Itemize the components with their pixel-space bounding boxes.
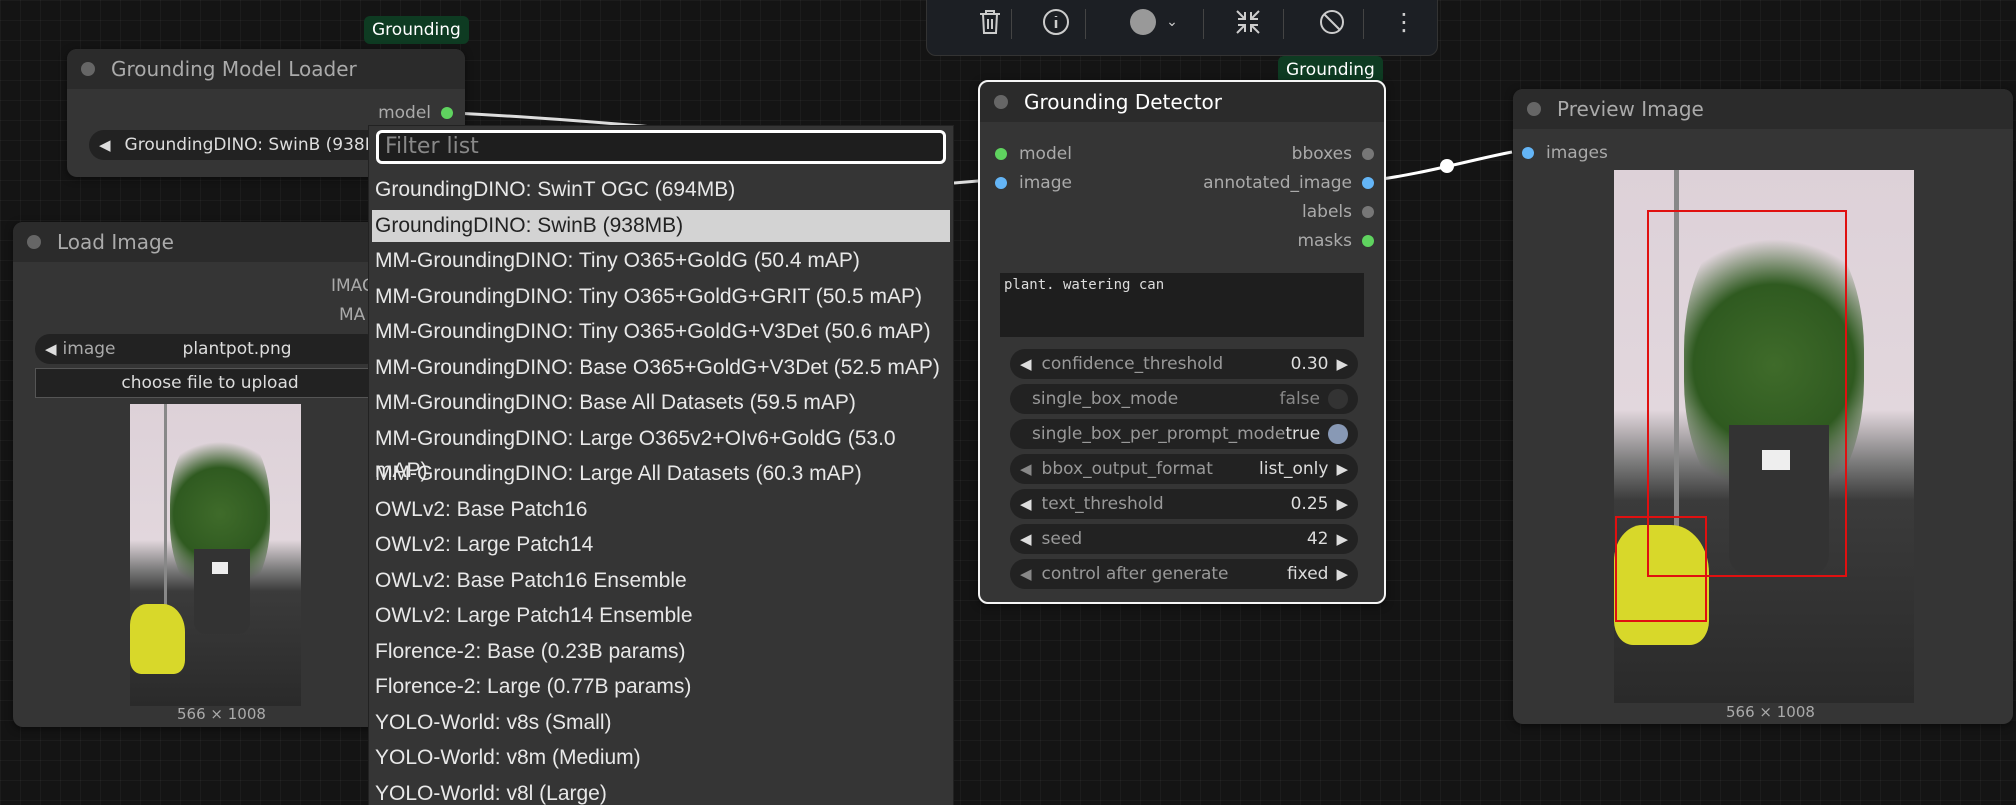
- toggle-on-icon[interactable]: [1328, 424, 1348, 444]
- dropdown-item[interactable]: MM-GroundingDINO: Base All Datasets (59.…: [372, 387, 950, 419]
- dropdown-item[interactable]: GroundingDINO: SwinB (938MB): [372, 209, 950, 242]
- collapse-icon[interactable]: [1227, 1, 1269, 43]
- output-bboxes-label: bboxes: [1291, 144, 1352, 164]
- input-images-slot[interactable]: [1522, 147, 1534, 159]
- dropdown-item[interactable]: MM-GroundingDINO: Tiny O365+GoldG+V3Det …: [372, 316, 950, 348]
- collapse-dot-icon[interactable]: [994, 95, 1008, 109]
- color-icon[interactable]: ⌄: [1119, 1, 1189, 43]
- collapse-dot-icon[interactable]: [1527, 102, 1541, 116]
- prompt-textarea[interactable]: plant. watering can: [1000, 273, 1364, 337]
- dropdown-item[interactable]: OWLv2: Base Patch16: [372, 494, 950, 526]
- node-title: Load Image: [57, 230, 174, 254]
- image-preview: [130, 404, 301, 706]
- node-title: Grounding Detector: [1024, 90, 1222, 114]
- output-masks-slot[interactable]: [1362, 235, 1374, 247]
- node-title: Preview Image: [1557, 97, 1704, 121]
- node-toolbar: ⌄ ⋮: [926, 0, 1438, 56]
- input-model-slot[interactable]: [995, 148, 1007, 160]
- input-image-slot[interactable]: [995, 177, 1007, 189]
- input-image-label: image: [1019, 173, 1072, 193]
- upload-button[interactable]: choose file to upload: [35, 368, 385, 398]
- more-icon[interactable]: ⋮: [1383, 1, 1425, 43]
- dropdown-item[interactable]: YOLO-World: v8l (Large): [372, 778, 950, 805]
- arrow-left-icon[interactable]: ◀: [99, 136, 111, 154]
- dropdown-item[interactable]: OWLv2: Base Patch16 Ensemble: [372, 565, 950, 597]
- trash-icon[interactable]: [969, 1, 1011, 43]
- dropdown-item[interactable]: Florence-2: Large (0.77B params): [372, 671, 950, 703]
- text-threshold-widget[interactable]: ◀ text_threshold 0.25 ▶: [1010, 489, 1358, 519]
- dropdown-item[interactable]: MM-GroundingDINO: Large All Datasets (60…: [372, 458, 950, 490]
- arrow-left-icon[interactable]: ◀: [1020, 495, 1032, 513]
- seed-widget[interactable]: ◀ seed 42 ▶: [1010, 524, 1358, 554]
- dropdown-item[interactable]: MM-GroundingDINO: Large O365v2+OIv6+Gold…: [372, 423, 950, 482]
- arrow-right-icon[interactable]: ▶: [1336, 530, 1348, 548]
- collapse-dot-icon[interactable]: [81, 62, 95, 76]
- image-file-widget[interactable]: ◀ image plantpot.png: [35, 334, 381, 364]
- image-value: plantpot.png: [182, 339, 292, 359]
- arrow-left-icon[interactable]: ◀: [1020, 565, 1032, 583]
- toggle-off-icon[interactable]: [1328, 389, 1348, 409]
- bbox-watering-can: [1615, 516, 1707, 622]
- input-images-label: images: [1546, 143, 1608, 163]
- filter-list-input[interactable]: Filter list: [376, 130, 946, 164]
- output-annotated-slot[interactable]: [1362, 177, 1374, 189]
- dropdown-item[interactable]: YOLO-World: v8m (Medium): [372, 742, 950, 774]
- grounding-detector-node[interactable]: Grounding Detector model image bboxes an…: [978, 80, 1386, 604]
- output-model-slot[interactable]: [441, 107, 453, 119]
- wire-midpoint: [1440, 159, 1454, 173]
- preview-image-node[interactable]: Preview Image images 566 × 1008: [1513, 89, 2013, 724]
- dropdown-item[interactable]: Florence-2: Base (0.23B params): [372, 636, 950, 668]
- arrow-right-icon[interactable]: ▶: [1336, 460, 1348, 478]
- model-name-value: GroundingDINO: SwinB (938M: [124, 135, 380, 155]
- control-after-generate-widget[interactable]: ◀ control after generate fixed ▶: [1010, 559, 1358, 589]
- image-dimensions: 566 × 1008: [177, 705, 266, 723]
- output-masks-label: masks: [1297, 231, 1352, 251]
- dropdown-item[interactable]: MM-GroundingDINO: Tiny O365+GoldG+GRIT (…: [372, 281, 950, 313]
- loader-badge: Grounding: [364, 16, 469, 44]
- input-model-label: model: [1019, 144, 1072, 164]
- arrow-right-icon[interactable]: ▶: [1336, 565, 1348, 583]
- arrow-left-icon[interactable]: ◀: [45, 340, 57, 358]
- bypass-icon[interactable]: [1311, 1, 1353, 43]
- single-box-mode-toggle[interactable]: single_box_mode false: [1010, 384, 1358, 414]
- node-title: Grounding Model Loader: [111, 57, 357, 81]
- image-label: image: [62, 339, 116, 359]
- model-dropdown-menu: Filter list GroundingDINO: SwinT OGC (69…: [368, 125, 954, 805]
- single-box-per-prompt-toggle[interactable]: single_box_per_prompt_mode true: [1010, 419, 1358, 449]
- output-labels-label: labels: [1302, 202, 1352, 222]
- output-mask-label: MA: [339, 305, 366, 325]
- dropdown-item[interactable]: GroundingDINO: SwinT OGC (694MB): [372, 174, 950, 206]
- dropdown-item[interactable]: MM-GroundingDINO: Base O365+GoldG+V3Det …: [372, 352, 950, 384]
- arrow-left-icon[interactable]: ◀: [1020, 530, 1032, 548]
- load-image-node[interactable]: Load Image IMAG MA ◀ image plantpot.png …: [13, 222, 385, 727]
- output-annotated-label: annotated_image: [1203, 173, 1352, 193]
- arrow-right-icon[interactable]: ▶: [1336, 355, 1348, 373]
- confidence-threshold-widget[interactable]: ◀ confidence_threshold 0.30 ▶: [1010, 349, 1358, 379]
- output-bboxes-slot[interactable]: [1362, 148, 1374, 160]
- dropdown-item[interactable]: MM-GroundingDINO: Tiny O365+GoldG (50.4 …: [372, 245, 950, 277]
- image-dimensions: 566 × 1008: [1726, 703, 1815, 721]
- output-labels-slot[interactable]: [1362, 206, 1374, 218]
- dropdown-item[interactable]: OWLv2: Large Patch14 Ensemble: [372, 600, 950, 632]
- annotated-image-preview: [1614, 170, 1914, 703]
- arrow-left-icon[interactable]: ◀: [1020, 355, 1032, 373]
- wire-annotated: [1365, 150, 1513, 183]
- dropdown-item[interactable]: OWLv2: Large Patch14: [372, 529, 950, 561]
- chevron-down-icon: ⌄: [1166, 14, 1178, 30]
- bbox-output-format-widget[interactable]: ◀ bbox_output_format list_only ▶: [1010, 454, 1358, 484]
- arrow-right-icon[interactable]: ▶: [1336, 495, 1348, 513]
- output-model-label: model: [378, 103, 431, 123]
- info-icon[interactable]: [1035, 1, 1077, 43]
- arrow-left-icon[interactable]: ◀: [1020, 460, 1032, 478]
- dropdown-item[interactable]: YOLO-World: v8s (Small): [372, 707, 950, 739]
- collapse-dot-icon[interactable]: [27, 235, 41, 249]
